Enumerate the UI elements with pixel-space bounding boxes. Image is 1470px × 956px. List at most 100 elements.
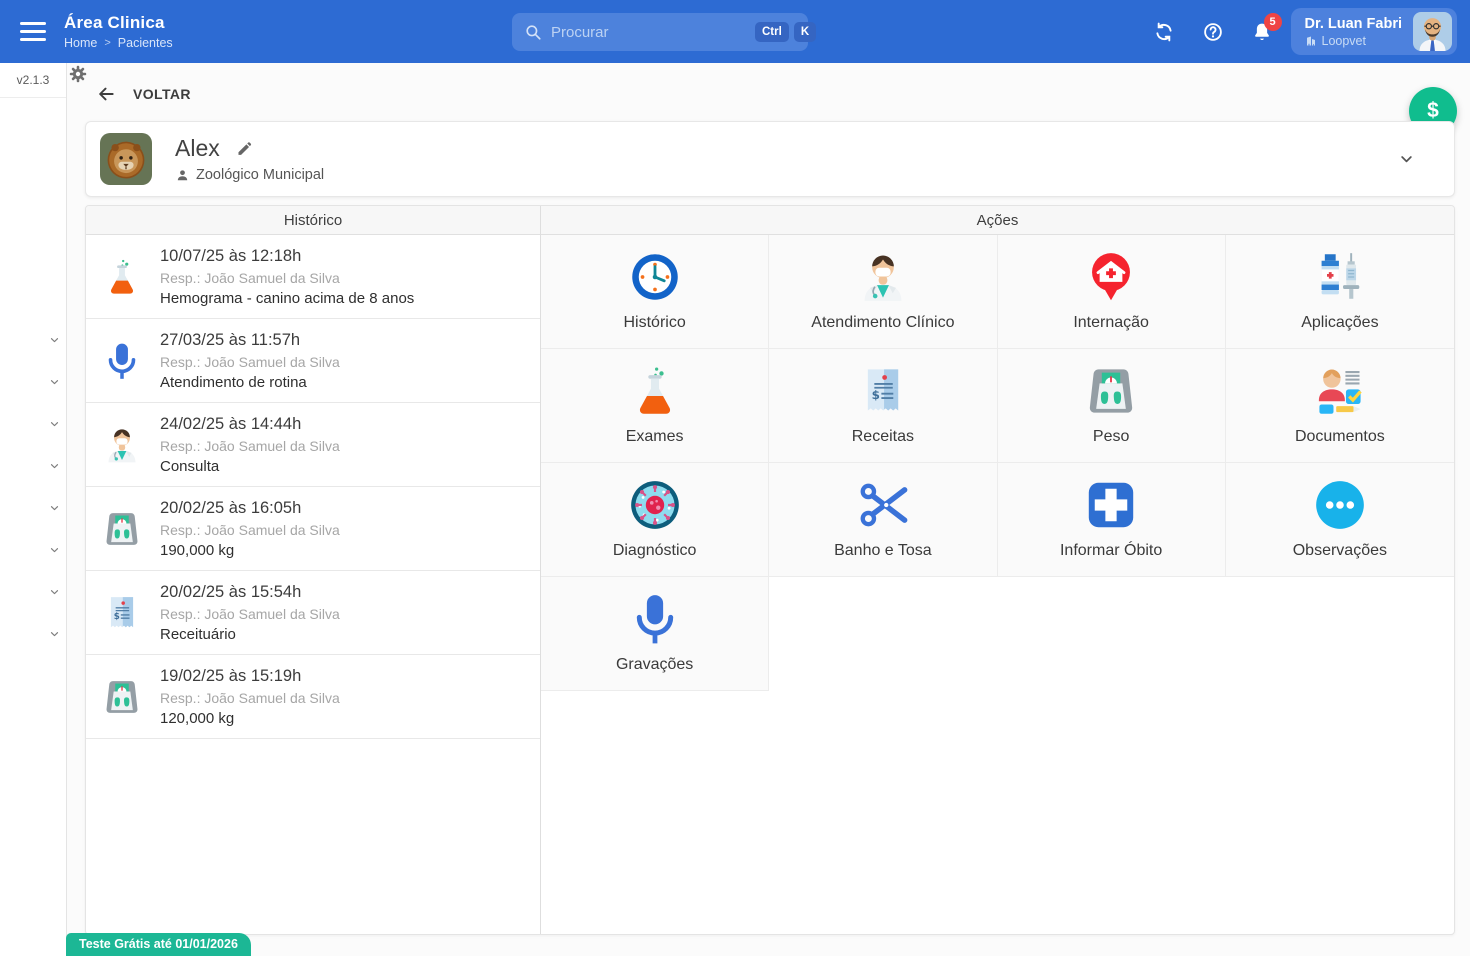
chevron-down-icon [48, 502, 61, 515]
receipt-icon [103, 594, 141, 632]
receipt-icon [857, 365, 909, 417]
breadcrumb-home[interactable]: Home [64, 36, 97, 50]
history-item[interactable]: 24/02/25 às 14:44h Resp.: João Samuel da… [86, 403, 540, 487]
building-icon [1305, 35, 1317, 47]
user-menu[interactable]: Dr. Luan Fabri Loopvet [1291, 8, 1458, 55]
history-responsible: Resp.: João Samuel da Silva [160, 690, 340, 706]
action-banho-e-tosa[interactable]: Banho e Tosa [769, 463, 997, 577]
history-item[interactable]: 20/02/25 às 16:05h Resp.: João Samuel da… [86, 487, 540, 571]
breadcrumb: Home > Pacientes [64, 36, 173, 50]
action-receitas[interactable]: Receitas [769, 349, 997, 463]
history-datetime: 20/02/25 às 16:05h [160, 499, 340, 518]
sidebar-item-reports[interactable] [0, 529, 66, 571]
weight-scale-icon [103, 678, 141, 716]
edit-pencil-icon[interactable] [236, 140, 253, 157]
sidebar-item-settings[interactable] [0, 613, 66, 655]
history-datetime: 19/02/25 às 15:19h [160, 667, 340, 686]
history-responsible: Resp.: João Samuel da Silva [160, 606, 340, 622]
menu-toggle-button[interactable] [20, 18, 48, 46]
history-description: 120,000 kg [160, 710, 340, 727]
collapse-chevron-icon[interactable] [1397, 150, 1416, 169]
microphone-icon [629, 593, 681, 645]
action-documentos[interactable]: Documentos [1226, 349, 1454, 463]
sidebar-item-dashboard[interactable] [0, 151, 66, 193]
history-panel: Histórico 10/07/25 às 12:18h Resp.: João… [86, 206, 541, 934]
history-datetime: 10/07/25 às 12:18h [160, 247, 414, 266]
notifications-button[interactable]: 5 [1251, 21, 1273, 43]
sync-icon[interactable] [1153, 21, 1175, 43]
search-icon [524, 23, 542, 41]
breadcrumb-current[interactable]: Pacientes [118, 36, 173, 50]
arrow-left-icon [96, 84, 116, 104]
chevron-down-icon [48, 418, 61, 431]
action-atendimento-clinico[interactable]: Atendimento Clínico [769, 235, 997, 349]
action-internacao[interactable]: Internação [998, 235, 1226, 349]
history-item[interactable]: 27/03/25 às 11:57h Resp.: João Samuel da… [86, 319, 540, 403]
patient-tutor: Zoológico Municipal [196, 167, 324, 183]
history-item[interactable]: 19/02/25 às 15:19h Resp.: João Samuel da… [86, 655, 540, 739]
chevron-down-icon [48, 334, 61, 347]
history-item[interactable]: 20/02/25 às 15:54h Resp.: João Samuel da… [86, 571, 540, 655]
actions-grid: Histórico Atendimento Clínico Internação… [541, 235, 1454, 691]
sidebar-item-grooming[interactable] [0, 403, 66, 445]
sidebar-item-tags[interactable] [0, 319, 66, 361]
sidebar-item-records[interactable] [0, 445, 66, 487]
patient-board: Histórico 10/07/25 às 12:18h Resp.: João… [85, 205, 1455, 935]
search-input[interactable] [551, 24, 750, 41]
history-description: Hemograma - canino acima de 8 anos [160, 290, 414, 307]
user-name: Dr. Luan Fabri [1305, 16, 1403, 32]
scissors-icon [857, 479, 909, 531]
notification-badge: 5 [1264, 13, 1282, 31]
history-item[interactable]: 10/07/25 às 12:18h Resp.: João Samuel da… [86, 235, 540, 319]
history-datetime: 27/03/25 às 11:57h [160, 331, 340, 350]
history-datetime: 20/02/25 às 15:54h [160, 583, 340, 602]
doctor-icon [103, 426, 141, 464]
history-datetime: 24/02/25 às 14:44h [160, 415, 340, 434]
action-historico[interactable]: Histórico [541, 235, 769, 349]
help-icon[interactable] [1202, 21, 1224, 43]
action-exames[interactable]: Exames [541, 349, 769, 463]
doctor-icon [857, 251, 909, 303]
page-title: Área Clinica [64, 13, 173, 33]
empty-cell [769, 577, 997, 691]
patient-name: Alex [175, 135, 220, 162]
actions-panel: Ações Histórico Atendimento Clínico Inte… [541, 206, 1454, 934]
history-responsible: Resp.: João Samuel da Silva [160, 354, 340, 370]
chevron-down-icon [48, 544, 61, 557]
action-observacoes[interactable]: Observações [1226, 463, 1454, 577]
history-responsible: Resp.: João Samuel da Silva [160, 270, 414, 286]
sidebar-item-calendar[interactable] [0, 277, 66, 319]
virus-icon [629, 479, 681, 531]
sidebar-item-animals[interactable] [0, 235, 66, 277]
action-diagnostico[interactable]: Diagnóstico [541, 463, 769, 577]
action-gravacoes[interactable]: Gravações [541, 577, 769, 691]
history-description: 190,000 kg [160, 542, 340, 559]
history-responsible: Resp.: João Samuel da Silva [160, 522, 340, 538]
empty-cell [998, 577, 1226, 691]
weight-scale-icon [103, 510, 141, 548]
chevron-down-icon [48, 376, 61, 389]
tutor-icon [175, 168, 190, 183]
trial-badge: Teste Grátis até 01/01/2026 [66, 933, 251, 956]
global-search[interactable]: Ctrl K [512, 13, 808, 51]
sidebar-item-services[interactable] [0, 361, 66, 403]
clock-icon [629, 251, 681, 303]
microphone-icon [103, 342, 141, 380]
shortcut-key-k: K [794, 22, 816, 42]
top-bar: Área Clinica Home > Pacientes Ctrl K 5 D… [0, 0, 1470, 63]
medical-cross-icon [1085, 479, 1137, 531]
sidebar-item-patients[interactable] [0, 193, 66, 235]
sidebar-item-home[interactable] [0, 109, 66, 151]
avatar [1413, 12, 1452, 51]
app-version: v2.1.3 [0, 63, 66, 98]
sidebar-item-whatsapp[interactable] [0, 487, 66, 529]
chevron-down-icon [48, 628, 61, 641]
action-informar-obito[interactable]: Informar Óbito [998, 463, 1226, 577]
main-content: VOLTAR $ Alex Zoológico Municipal Histór… [67, 63, 1470, 956]
sidebar-item-users[interactable] [0, 571, 66, 613]
chevron-down-icon [48, 586, 61, 599]
hospital-pin-icon [1085, 251, 1137, 303]
action-aplicacoes[interactable]: Aplicações [1226, 235, 1454, 349]
action-peso[interactable]: Peso [998, 349, 1226, 463]
actions-header: Ações [541, 206, 1454, 235]
